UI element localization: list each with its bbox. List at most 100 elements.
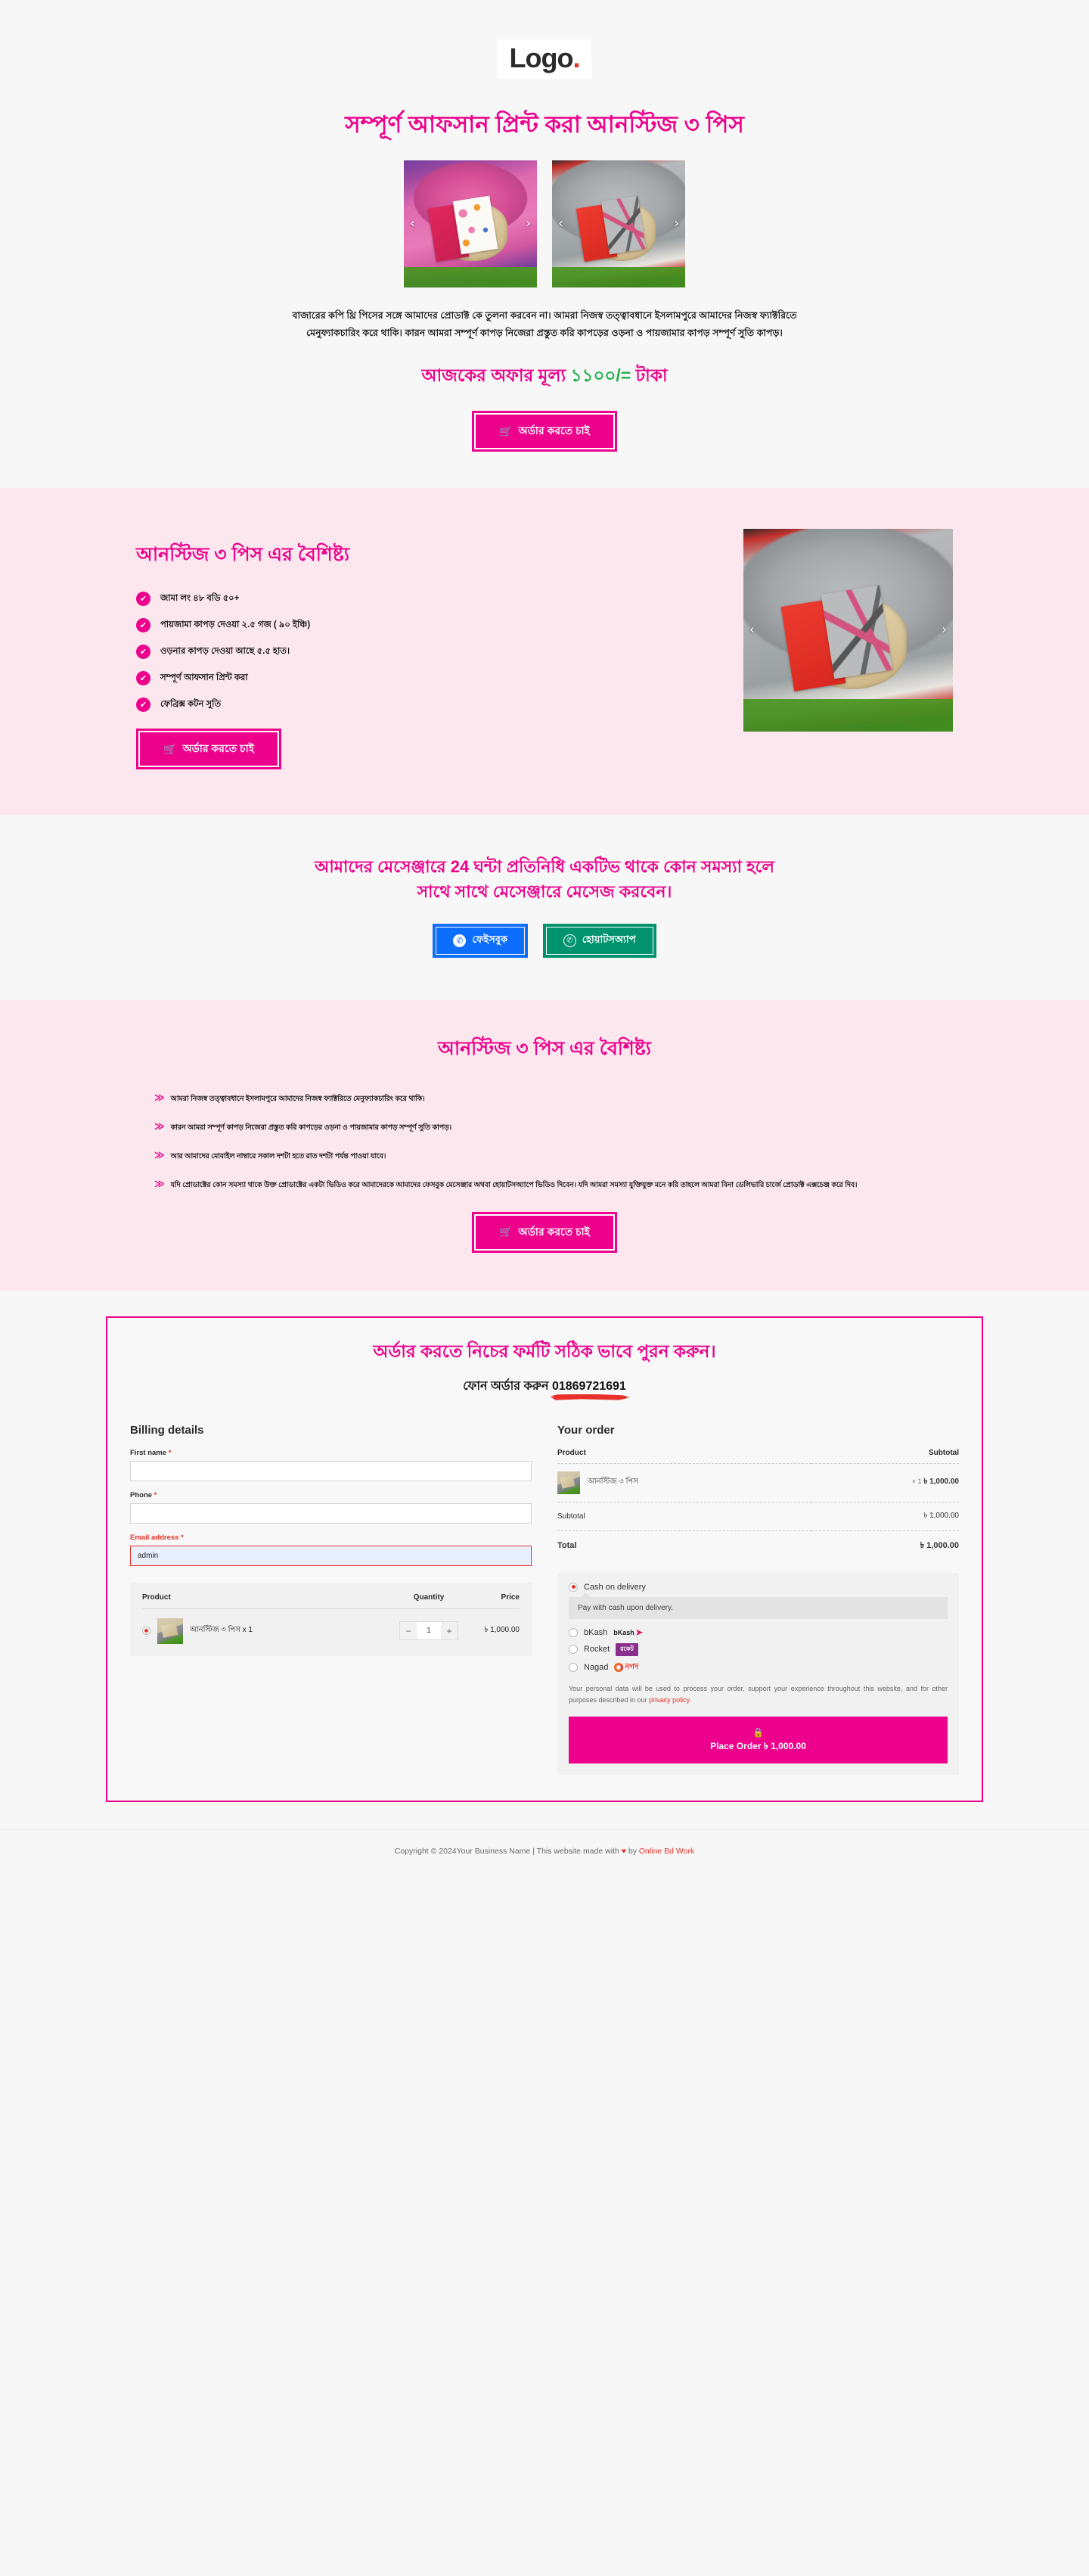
- bkash-radio[interactable]: [569, 1628, 578, 1638]
- carousel-next-icon[interactable]: ›: [938, 620, 951, 642]
- phone-input[interactable]: [130, 1502, 532, 1524]
- first-name-input[interactable]: [130, 1460, 532, 1481]
- grass-decor: [743, 699, 953, 732]
- nagad-logo-text: নগদ: [625, 1662, 639, 1671]
- logo-text: Logo: [509, 42, 574, 73]
- cloth-print-decor: [821, 586, 892, 679]
- product-slide-2[interactable]: ‹ ›: [552, 160, 685, 287]
- hero-section: Logo. সম্পূর্ণ আফসান প্রিন্ট করা আনস্টিজ…: [0, 0, 1089, 489]
- price-currency: টাকা: [635, 365, 668, 386]
- features-list: ✔ জামা লং ৪৮ বডি ৫০+ ✔ পায়জামা কাপড় দে…: [136, 592, 709, 713]
- order-item-qty: × 1: [911, 1478, 922, 1486]
- cart-product-name: আনস্টিজ ৩ পিস x 1: [190, 1626, 253, 1635]
- nagad-label: Nagad: [584, 1663, 609, 1673]
- list-item: ✔ পায়জামা কাপড় দেওয়া ২.৫ গজ ( ৯০ ইঞ্চ…: [136, 618, 709, 633]
- list-item: ✔ জামা লং ৪৮ বডি ৫০+: [136, 592, 709, 607]
- place-order-button[interactable]: 🔒 Place Order ৳ 1,000.00: [569, 1717, 948, 1764]
- required-marker: *: [181, 1533, 184, 1542]
- nagad-ring-icon: [614, 1663, 624, 1673]
- payment-option-cod[interactable]: Cash on delivery: [569, 1582, 948, 1592]
- privacy-policy-link[interactable]: privacy policy: [649, 1696, 689, 1704]
- list-item: ≫ যদি প্রোডাক্টের কোন সমস্যা থাকে উক্ত প…: [154, 1178, 935, 1192]
- whatsapp-label: হোয়াটসঅ্যাপ: [582, 934, 636, 946]
- order-product-name: আনস্টিজ ৩ পিস: [588, 1478, 638, 1487]
- feature-label: পায়জামা কাপড় দেওয়া ২.৫ গজ ( ৯০ ইঞ্চি): [160, 620, 311, 630]
- cloth-print-decor: [601, 195, 647, 255]
- rocket-radio[interactable]: [569, 1645, 578, 1655]
- bkash-bird-icon: ➤: [634, 1627, 644, 1639]
- product-slide-1[interactable]: ‹ ›: [404, 160, 537, 287]
- checkout-title: অর্ডার করতে নিচের ফর্মটি সঠিক ভাবে পুরন …: [373, 1341, 716, 1361]
- privacy-text: Your personal data will be used to proce…: [569, 1684, 948, 1704]
- check-icon: ✔: [136, 671, 150, 686]
- list-item: ✔ সম্পূর্ণ আফসান প্রিন্ট করা: [136, 671, 709, 686]
- quantity-stepper: − 1 +: [392, 1621, 465, 1641]
- phone-label: Phone *: [130, 1491, 532, 1499]
- payment-option-rocket[interactable]: Rocket রকেট: [569, 1642, 948, 1656]
- thumbnail-image: [157, 1617, 183, 1644]
- quantity-value[interactable]: 1: [417, 1622, 441, 1640]
- email-field[interactable]: [130, 1545, 532, 1566]
- whatsapp-button[interactable]: ✆ হোয়াটসঅ্যাপ: [542, 924, 656, 959]
- quantity-decrease-button[interactable]: −: [400, 1622, 417, 1639]
- features2-title: আনস্টিজ ৩ পিস এর বৈশিষ্ট্য: [438, 1038, 651, 1060]
- total-value: ৳ 1,000.00: [920, 1540, 959, 1550]
- list-item: ≫ আর আমাদের মোবাইল নাম্বারে সকাল দশটা হত…: [154, 1149, 935, 1163]
- site-logo[interactable]: Logo.: [497, 39, 592, 79]
- list-item: ✔ ফেব্রিক্স কটন সুতি: [136, 698, 709, 713]
- grass-decor: [404, 266, 537, 287]
- carousel-next-icon[interactable]: ›: [522, 213, 535, 235]
- cloth-print-decor: [453, 195, 498, 255]
- product-photo-gray-large: [743, 529, 953, 732]
- product-thumbnail: [157, 1617, 183, 1644]
- grass-decor: [552, 266, 685, 287]
- phone-number[interactable]: 01869721691: [552, 1380, 626, 1394]
- order-button-features2[interactable]: 🛒 অর্ডার করতে চাই: [472, 1211, 617, 1253]
- payment-option-nagad[interactable]: Nagad নগদ: [569, 1661, 948, 1674]
- billing-heading: Billing details: [130, 1423, 204, 1437]
- phone-label-text: Phone: [130, 1490, 153, 1499]
- order-button-label: অর্ডার করতে চাই: [518, 424, 590, 437]
- cart-product-cell: আনস্টিজ ৩ পিস x 1: [142, 1617, 392, 1644]
- table-row: Total ৳ 1,000.00: [557, 1530, 959, 1561]
- messenger-title: আমাদের মেসেঞ্জারে 24 ঘন্টা প্রতিনিধি একট…: [315, 857, 774, 902]
- order-table-header: Product Subtotal: [557, 1448, 959, 1464]
- product-select-radio[interactable]: [142, 1627, 150, 1636]
- phone-field-group: Phone *: [130, 1491, 532, 1524]
- offer-price: আজকের অফার মূল্য ১১০০/= টাকা: [0, 362, 1089, 391]
- phone-prefix: ফোন অর্ডার করুন: [463, 1379, 549, 1393]
- product-slide-large[interactable]: ‹ ›: [743, 529, 953, 732]
- check-icon: ✔: [136, 698, 150, 713]
- list-item: ≫ আমরা নিজস্ব তত্ত্বাবধানে ইসলামপুরে আমা…: [154, 1092, 935, 1105]
- carousel-prev-icon[interactable]: ‹: [554, 213, 567, 235]
- cart-icon: 🛒: [499, 424, 513, 437]
- phone-order-line: ফোন অর্ডার করুন 01869721691: [130, 1376, 959, 1404]
- cart-icon: 🛒: [163, 742, 177, 755]
- rocket-logo-icon: রকেট: [616, 1642, 638, 1656]
- product-photo-gray: [552, 160, 685, 287]
- order-button-features[interactable]: 🛒 অর্ডার করতে চাই: [136, 729, 281, 770]
- features-cta-container: 🛒 অর্ডার করতে চাই: [136, 729, 709, 770]
- feature-label: সম্পূর্ণ আফসান প্রিন্ট করা: [160, 673, 248, 683]
- cod-radio[interactable]: [569, 1582, 578, 1592]
- list-item: ≫ কারন আমরা সম্পূর্ণ কাপড় নিজেরা প্রস্ত…: [154, 1120, 935, 1134]
- order-heading: Your order: [557, 1423, 615, 1437]
- feature-label: কারন আমরা সম্পূর্ণ কাপড় নিজেরা প্রস্তুত…: [170, 1123, 452, 1132]
- email-label: Email address *: [130, 1533, 532, 1542]
- facebook-button[interactable]: ✆ ফেইসবুক: [433, 924, 528, 959]
- total-label: Total: [557, 1541, 577, 1551]
- carousel-next-icon[interactable]: ›: [670, 213, 683, 235]
- quantity-increase-button[interactable]: +: [441, 1622, 458, 1639]
- subtotal-label: Subtotal: [557, 1502, 811, 1531]
- facebook-label: ফেইসবুক: [472, 934, 507, 946]
- carousel-prev-icon[interactable]: ‹: [406, 213, 419, 235]
- feature-label: ওড়নার কাপড় দেওয়া আছে ৫.৫ হাত।: [160, 647, 290, 657]
- features2-cta-container: 🛒 অর্ডার করতে চাই: [0, 1211, 1089, 1253]
- order-button-hero[interactable]: 🛒 অর্ডার করতে চাই: [472, 411, 617, 452]
- nagad-radio[interactable]: [569, 1663, 578, 1673]
- footer-company-link[interactable]: Online Bd Work: [639, 1847, 694, 1856]
- carousel-prev-icon[interactable]: ‹: [746, 620, 759, 642]
- feature-label: যদি প্রোডাক্টের কোন সমস্যা থাকে উক্ত প্র…: [170, 1181, 858, 1189]
- features2-list: ≫ আমরা নিজস্ব তত্ত্বাবধানে ইসলামপুরে আমা…: [113, 1092, 976, 1192]
- payment-option-bkash[interactable]: bKash bKash ➤: [569, 1628, 948, 1638]
